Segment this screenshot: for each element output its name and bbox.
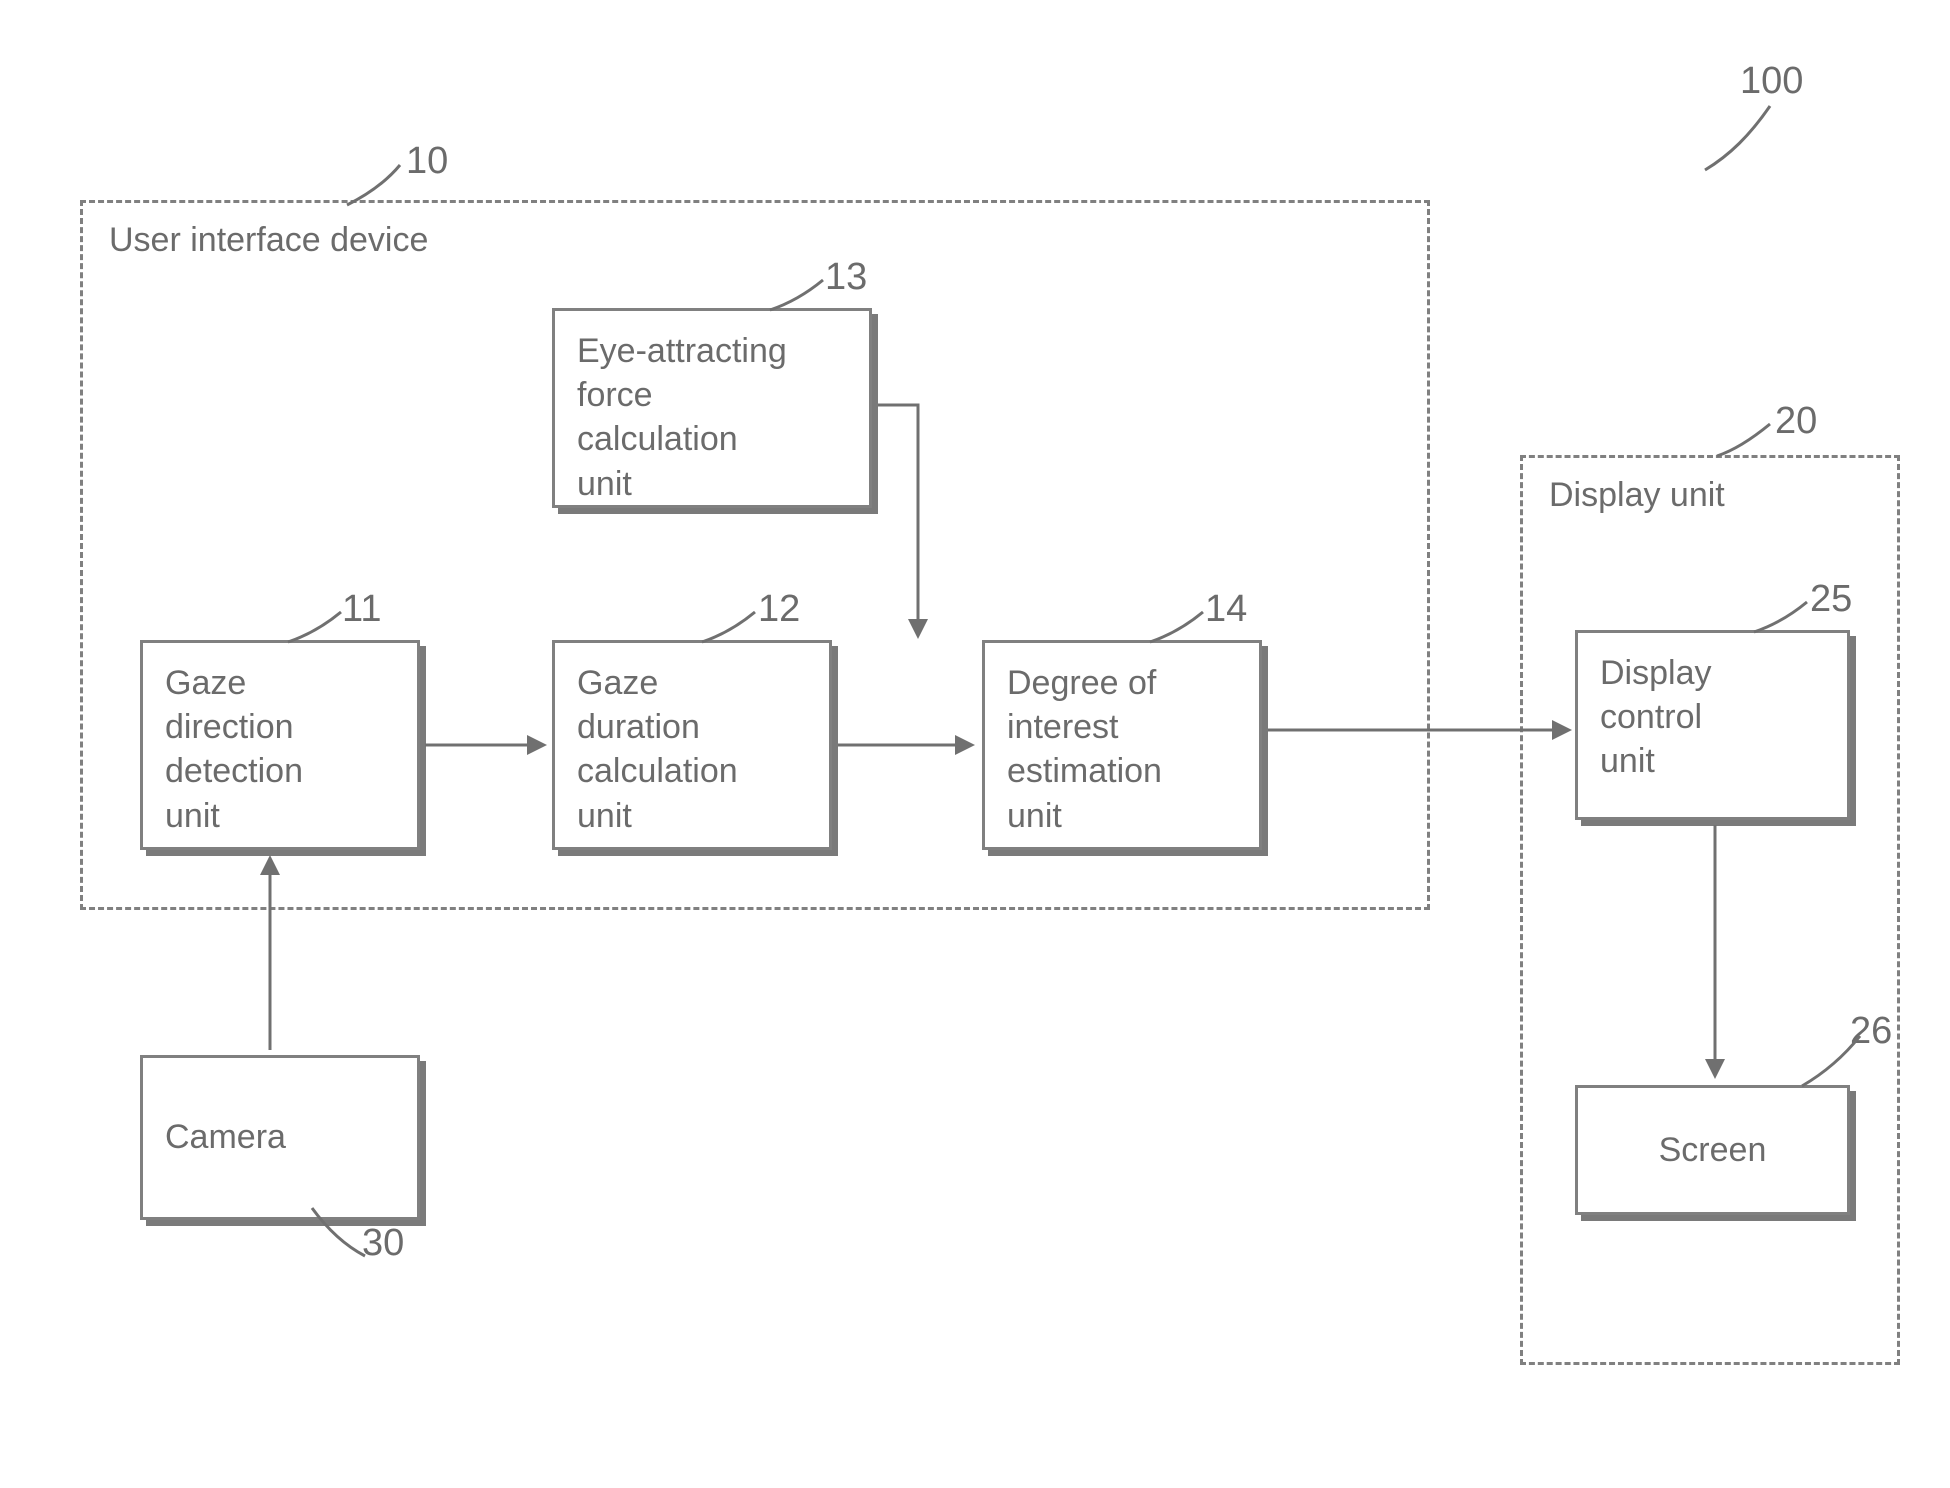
leader-11 bbox=[286, 612, 351, 647]
leader-100 bbox=[1700, 100, 1820, 180]
diagram-canvas: 100 User interface device 10 Eye-attract… bbox=[0, 0, 1950, 1488]
leader-26 bbox=[1800, 1036, 1870, 1091]
arrow-30-to-11 bbox=[250, 855, 290, 1055]
leader-20 bbox=[1715, 424, 1780, 462]
block-gaze-duration: Gazedurationcalculationunit bbox=[552, 640, 832, 850]
leader-12 bbox=[700, 612, 765, 647]
arrow-12-to-14 bbox=[838, 725, 978, 765]
ref-100: 100 bbox=[1740, 60, 1803, 103]
block-screen: Screen bbox=[1575, 1085, 1850, 1215]
leader-25 bbox=[1752, 602, 1817, 637]
leader-14 bbox=[1148, 612, 1213, 647]
leader-30 bbox=[310, 1208, 370, 1263]
ref-20: 20 bbox=[1775, 400, 1817, 443]
block-gaze-duration-label: Gazedurationcalculationunit bbox=[577, 664, 738, 835]
container-display-unit-title: Display unit bbox=[1549, 476, 1871, 515]
arrow-14-to-25 bbox=[1268, 710, 1578, 750]
block-screen-label: Screen bbox=[1659, 1128, 1767, 1172]
leader-13 bbox=[768, 280, 833, 315]
block-display-control-label: Displaycontrolunit bbox=[1600, 654, 1711, 780]
leader-10 bbox=[345, 165, 415, 210]
arrow-11-to-12 bbox=[425, 725, 550, 765]
block-degree-interest-label: Degree ofinterestestimationunit bbox=[1007, 664, 1162, 835]
block-eye-attracting-label: Eye-attractingforcecalculationunit bbox=[577, 332, 787, 503]
arrow-25-to-26 bbox=[1695, 825, 1735, 1085]
arrow-13-to-14 bbox=[878, 395, 958, 645]
block-camera: Camera bbox=[140, 1055, 420, 1220]
block-gaze-direction-label: Gazedirectiondetectionunit bbox=[165, 664, 303, 835]
block-camera-label: Camera bbox=[165, 1115, 286, 1159]
container-ui-device-title: User interface device bbox=[109, 221, 1401, 260]
block-degree-interest: Degree ofinterestestimationunit bbox=[982, 640, 1262, 850]
block-gaze-direction: Gazedirectiondetectionunit bbox=[140, 640, 420, 850]
block-display-control: Displaycontrolunit bbox=[1575, 630, 1850, 820]
block-eye-attracting: Eye-attractingforcecalculationunit bbox=[552, 308, 872, 508]
